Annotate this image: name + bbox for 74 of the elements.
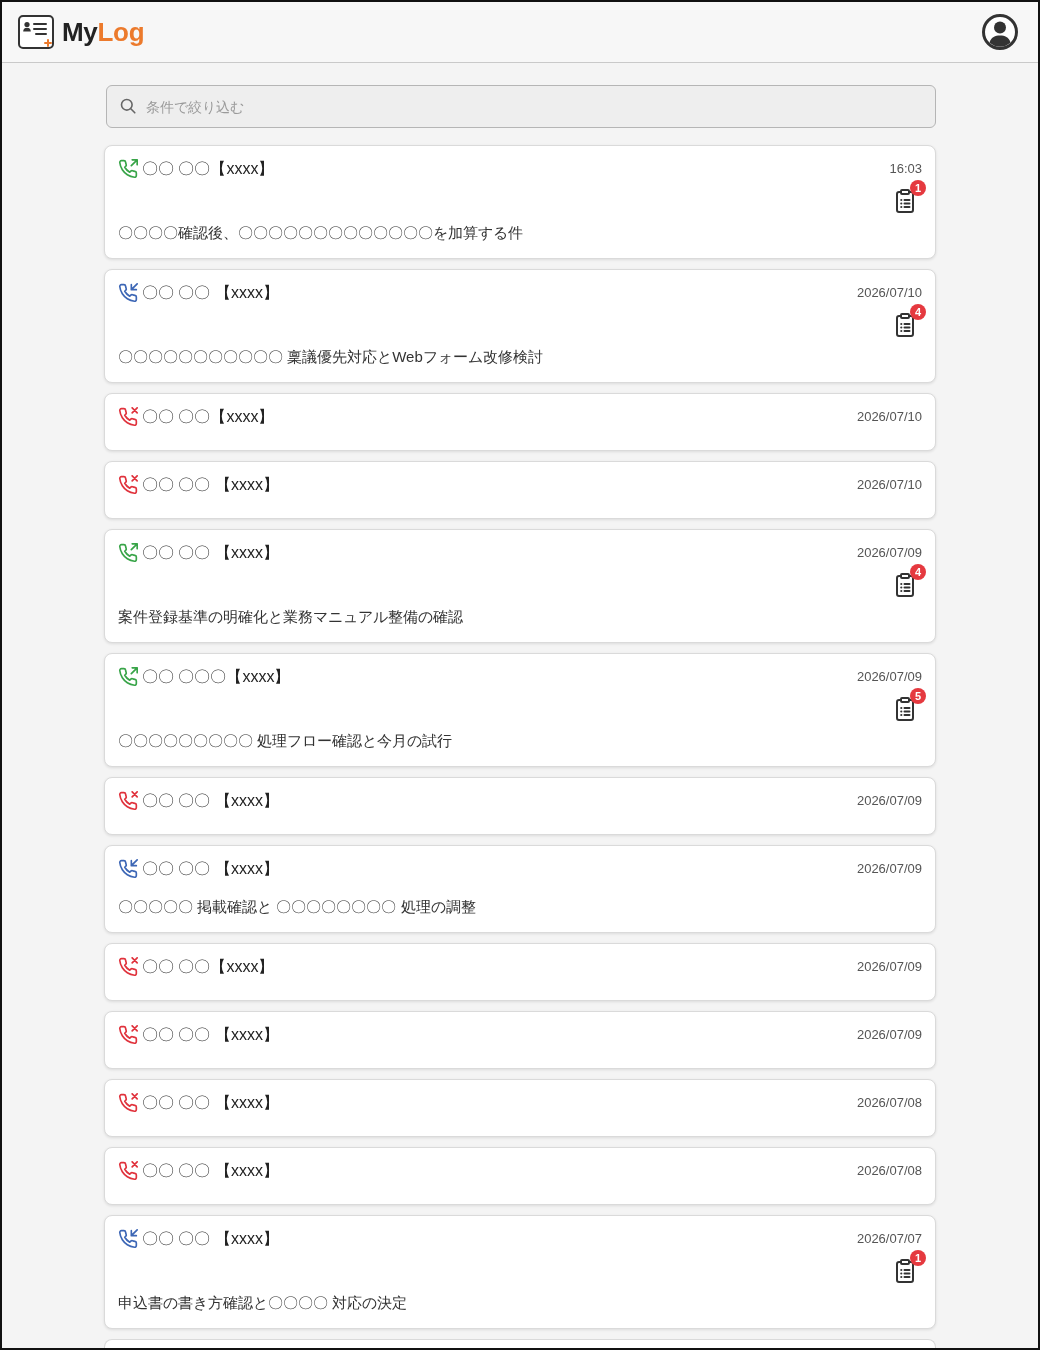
phone-incoming-icon	[118, 1229, 138, 1249]
call-title: 〇〇 〇〇 【xxxx】	[142, 543, 279, 563]
call-title: 〇〇 〇〇【xxxx】	[142, 957, 275, 977]
clipboard-icon[interactable]	[895, 1259, 915, 1283]
call-date: 2026/07/07	[856, 1230, 922, 1248]
call-log-card[interactable]: 〇〇 〇〇 【xxxx】 2026/07/08	[104, 1079, 936, 1137]
clipboard-icon[interactable]	[895, 189, 915, 213]
call-title: 〇〇 〇〇【xxxx】	[142, 159, 275, 179]
user-avatar-button[interactable]	[982, 14, 1018, 50]
call-log-card[interactable]: 〇〇 〇〇【xxxx】 2026/07/09	[104, 943, 936, 1001]
memo-count-badge: 1	[910, 180, 926, 196]
memo-count-badge: 5	[910, 688, 926, 704]
phone-outgoing-icon	[118, 543, 138, 563]
phone-missed-icon	[118, 407, 138, 427]
call-date: 16:03	[889, 160, 922, 178]
call-log-card[interactable]: 〇〇 〇〇 【xxxx】 2026/07/08	[104, 1147, 936, 1205]
call-log-card[interactable]: 〇〇 〇〇〇【xxxx】 2026/07/09 5 〇〇〇〇〇〇〇〇〇 処理フロー確認と今月の試行	[104, 653, 936, 767]
call-title: 〇〇 〇〇 【xxxx】	[142, 1161, 279, 1181]
call-note: 申込書の書き方確認と〇〇〇〇 対応の決定	[118, 1293, 409, 1313]
call-date: 2026/07/08	[856, 1094, 922, 1112]
phone-incoming-icon	[118, 283, 138, 303]
call-title: 〇〇 〇〇 【xxxx】	[142, 1229, 279, 1249]
call-note: 〇〇〇〇〇〇〇〇〇 処理フロー確認と今月の試行	[118, 731, 454, 751]
call-log-card[interactable]: 〇〇 〇〇【xxxx】 2026/07/10	[104, 393, 936, 451]
call-log-card[interactable]: 〇〇 〇〇 【xxxx】 2026/07/09	[104, 1011, 936, 1069]
call-title: 〇〇 〇〇 【xxxx】	[142, 859, 279, 879]
memo-count-badge: 4	[910, 304, 926, 320]
phone-missed-icon	[118, 791, 138, 811]
call-date: 2026/07/10	[856, 284, 922, 302]
call-log-card[interactable]: 〇〇 〇〇 【xxxx】 2026/07/07 1 申込書の書き方確認と〇〇〇〇 対応の決定	[104, 1215, 936, 1329]
call-title: 〇〇 〇〇 【xxxx】	[142, 283, 279, 303]
phone-outgoing-icon	[118, 159, 138, 179]
phone-missed-icon	[118, 1093, 138, 1113]
phone-missed-icon	[118, 1025, 138, 1045]
call-log-card[interactable]: 〇〇 〇〇 【xxxx】 2026/07/10 4 〇〇〇〇〇〇〇〇〇〇〇 稟議優先対応とWebフォーム改修検討	[104, 269, 936, 383]
clipboard-icon[interactable]	[895, 697, 915, 721]
call-date: 2026/07/09	[856, 1026, 922, 1044]
call-note: 〇〇〇〇確認後、〇〇〇〇〇〇〇〇〇〇〇〇〇を加算する件	[118, 223, 524, 243]
search-field[interactable]: 条件で絞り込む	[106, 85, 936, 128]
call-log-card[interactable]: 〇〇 〇〇 【xxxx】 2026/07/10	[104, 461, 936, 519]
phone-outgoing-icon	[118, 667, 138, 687]
clipboard-icon[interactable]	[895, 313, 915, 337]
call-title: 〇〇 〇〇 【xxxx】	[142, 791, 279, 811]
memo-count-badge: 4	[910, 564, 926, 580]
call-date: 2026/07/08	[856, 1162, 922, 1180]
call-title: 〇〇 〇〇 【xxxx】	[142, 475, 279, 495]
phone-incoming-icon	[118, 859, 138, 879]
call-note: 〇〇〇〇〇〇〇〇〇〇〇 稟議優先対応とWebフォーム改修検討	[118, 347, 544, 367]
call-log-card[interactable]: 〇〇 〇〇 【xxxx】 2026/07/09 4 案件登録基準の明確化と業務マニュアル整備の確認	[104, 529, 936, 643]
phone-missed-icon	[118, 1161, 138, 1181]
call-title: 〇〇 〇〇〇【xxxx】	[142, 667, 291, 687]
call-title: 〇〇 〇〇【xxxx】	[142, 407, 275, 427]
call-title: 〇〇 〇〇 【xxxx】	[142, 1025, 279, 1045]
clipboard-icon[interactable]	[895, 573, 915, 597]
call-log-card[interactable]: 〇〇 〇〇【xxxx】 16:03 1 〇〇〇〇確認後、〇〇〇〇〇〇〇〇〇〇〇〇〇を加算する件	[104, 145, 936, 259]
phone-missed-icon	[118, 475, 138, 495]
avatar-silhouette-icon	[982, 14, 1018, 50]
call-note: 〇〇〇〇〇 掲載確認と 〇〇〇〇〇〇〇〇 処理の調整	[118, 897, 477, 917]
call-title: 〇〇 〇〇 【xxxx】	[142, 1093, 279, 1113]
search-icon	[120, 98, 136, 114]
call-date: 2026/07/09	[856, 958, 922, 976]
call-date: 2026/07/10	[856, 476, 922, 494]
call-date: 2026/07/09	[856, 668, 922, 686]
call-log-card[interactable]: 〇〇 〇〇 【xxxx】 2026/07/09	[104, 777, 936, 835]
call-log-card[interactable]: 〇〇 〇〇 【xxxx】 2026/07/09 〇〇〇〇〇 掲載確認と 〇〇〇〇〇〇〇〇 処理の調整	[104, 845, 936, 933]
app-logo-text: MyLog	[62, 16, 145, 48]
call-date: 2026/07/10	[856, 408, 922, 426]
memo-count-badge: 1	[910, 1250, 926, 1266]
call-date: 2026/07/09	[856, 792, 922, 810]
phone-missed-icon	[118, 957, 138, 977]
call-date: 2026/07/09	[856, 544, 922, 562]
call-note: 案件登録基準の明確化と業務マニュアル整備の確認	[118, 607, 464, 627]
logo-icon	[18, 15, 54, 49]
call-date: 2026/07/09	[856, 860, 922, 878]
